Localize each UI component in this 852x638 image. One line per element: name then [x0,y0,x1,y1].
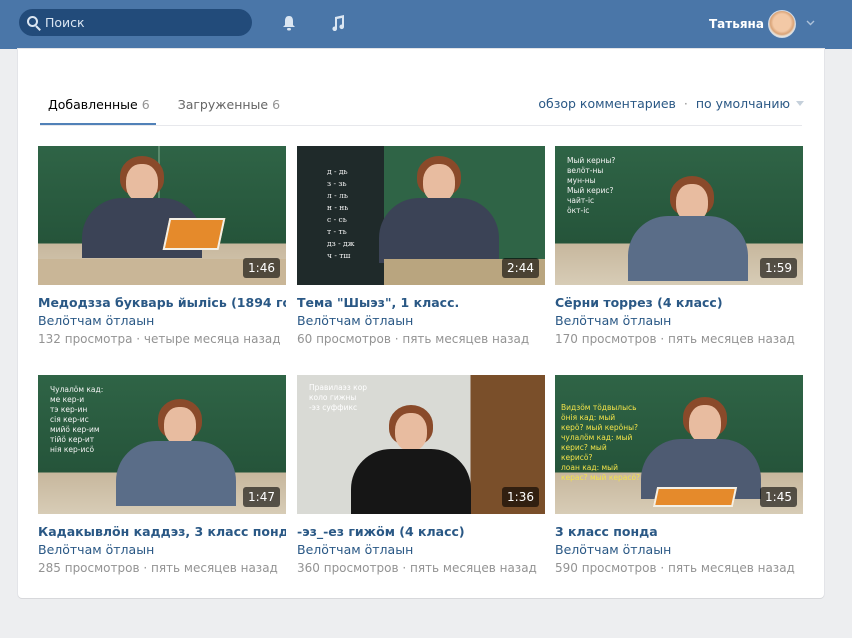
tab-added-count: 6 [141,97,150,112]
video-owner[interactable]: Велӧтчам ӧтлаын [555,542,803,557]
top-bar: Татьяна [0,0,852,49]
tab-uploaded[interactable]: Загруженные 6 [170,89,286,125]
video-title[interactable]: -эз_-ез гижӧм (4 класс) [297,524,545,539]
video-item[interactable]: Правилаэз кор коло гижны -эз суффикс 1:3… [297,375,545,575]
search-icon [27,15,41,31]
video-thumbnail[interactable]: Чулалӧм кад: ме кер-и тэ кер-ин сія кер-… [38,375,286,514]
video-meta: 60 просмотров · пять месяцев назад [297,332,530,346]
board-text: Мый керны? велӧт-ны мун-ны Мый керис? ча… [567,156,616,215]
video-duration: 1:45 [760,487,797,507]
video-thumbnail[interactable]: 1:46 [38,146,286,285]
video-duration: 1:59 [760,258,797,278]
separator-dot: · [683,96,688,111]
video-owner[interactable]: Велӧтчам ӧтлаын [555,313,803,328]
tab-uploaded-count: 6 [272,97,281,112]
board-text: Видзӧм тӧдвылысь ӧнія кад: мый керӧ? мый… [561,403,641,482]
video-duration: 1:36 [502,487,539,507]
video-thumbnail[interactable]: Правилаэз кор коло гижны -эз суффикс 1:3… [297,375,545,514]
video-owner[interactable]: Велӧтчам ӧтлаын [38,542,286,557]
video-meta: 132 просмотра · четыре месяца назад [38,332,281,346]
music-icon[interactable] [331,15,345,31]
video-item[interactable]: д - дь з - зь л - ль н - нь с - сь т - т… [297,146,545,346]
video-title[interactable]: Медодзза букварь йылісь (1894 год) [38,295,286,310]
search-box[interactable] [19,9,252,36]
tab-uploaded-label: Загруженные [177,97,269,112]
video-thumbnail[interactable]: д - дь з - зь л - ль н - нь с - сь т - т… [297,146,545,285]
video-controls: обзор комментариев · по умолчанию [538,96,804,111]
video-owner[interactable]: Велӧтчам ӧтлаын [38,313,286,328]
video-meta: 590 просмотров · пять месяцев назад [555,561,795,575]
video-duration: 1:46 [243,258,280,278]
video-thumbnail[interactable]: Мый керны? велӧт-ны мун-ны Мый керис? ча… [555,146,803,285]
chevron-down-icon[interactable] [796,101,804,106]
board-text: Чулалӧм кад: ме кер-и тэ кер-ин сія кер-… [50,385,104,454]
user-name[interactable]: Татьяна [709,17,764,31]
video-thumbnail[interactable]: Видзӧм тӧдвылысь ӧнія кад: мый керӧ? мый… [555,375,803,514]
video-item[interactable]: Чулалӧм кад: ме кер-и тэ кер-ин сія кер-… [38,375,286,575]
bell-icon[interactable] [282,15,296,31]
video-meta: 360 просмотров · пять месяцев назад [297,561,537,575]
video-item[interactable]: Видзӧм тӧдвылысь ӧнія кад: мый керӧ? мый… [555,375,803,575]
board-text: д - дь з - зь л - ль н - нь с - сь т - т… [327,167,355,260]
video-owner[interactable]: Велӧтчам ӧтлаын [297,542,545,557]
search-input[interactable] [45,15,235,30]
avatar[interactable] [768,10,796,38]
video-meta: 170 просмотров · пять месяцев назад [555,332,795,346]
comments-overview-link[interactable]: обзор комментариев [538,96,676,111]
tabs: Добавленные 6 Загруженные 6 [40,89,300,125]
video-title[interactable]: Тема "Шыэз", 1 класс. [297,295,545,310]
video-duration: 1:47 [243,487,280,507]
video-title[interactable]: Сёрни торрез (4 класс) [555,295,803,310]
chevron-down-icon[interactable] [806,20,815,26]
video-owner[interactable]: Велӧтчам ӧтлаын [297,313,545,328]
video-meta: 285 просмотров · пять месяцев назад [38,561,278,575]
board-text: Правилаэз кор коло гижны -эз суффикс [309,383,368,412]
video-item[interactable]: Мый керны? велӧт-ны мун-ны Мый керис? ча… [555,146,803,346]
video-title[interactable]: Кадакывлӧн каддэз, 3 класс понда [38,524,286,539]
tab-added[interactable]: Добавленные 6 [40,89,156,125]
sort-dropdown[interactable]: по умолчанию [696,96,790,111]
video-title[interactable]: 3 класс понда [555,524,803,539]
video-item[interactable]: 1:46 Медодзза букварь йылісь (1894 год) … [38,146,286,346]
tab-added-label: Добавленные [48,97,138,112]
tabs-divider [40,125,802,126]
video-duration: 2:44 [502,258,539,278]
videos-panel: Добавленные 6 Загруженные 6 обзор коммента… [18,49,824,598]
